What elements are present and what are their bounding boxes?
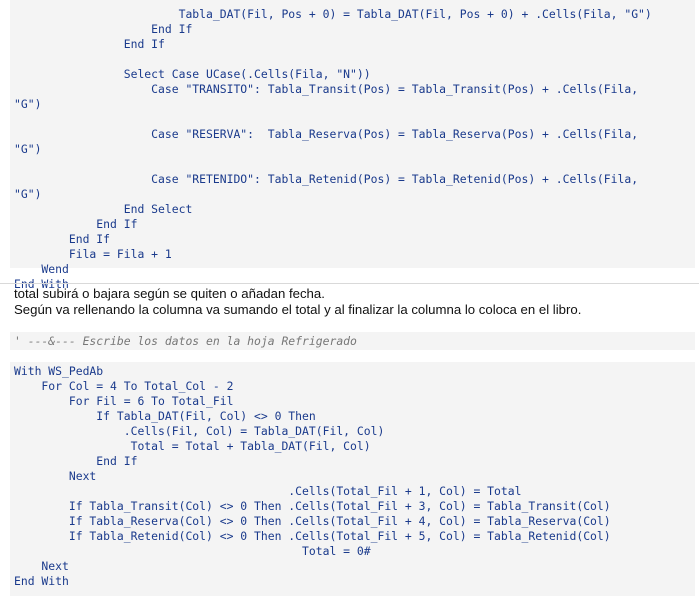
code-line: Next bbox=[14, 559, 69, 573]
explanation-text: total subirá o bajara según se quiten o … bbox=[14, 286, 694, 318]
section-divider bbox=[0, 283, 699, 284]
code-line: Fila = Fila + 1 bbox=[14, 247, 172, 261]
code-line: "G") bbox=[14, 187, 42, 201]
code-line: With WS_PedAb bbox=[14, 364, 104, 378]
explanation-line-1: total subirá o bajara según se quiten o … bbox=[14, 286, 325, 301]
code-comment: ' ---&--- Escribe los datos en la hoja R… bbox=[14, 334, 357, 348]
code-line: .Cells(Total_Fil + 1, Col) = Total bbox=[14, 484, 522, 498]
code-line: End If bbox=[14, 22, 193, 36]
code-line: End If bbox=[14, 37, 165, 51]
code-line: Total = 0# bbox=[14, 544, 371, 558]
code-line: For Fil = 6 To Total_Fil bbox=[14, 394, 234, 408]
code-line: End If bbox=[14, 454, 138, 468]
code-line: End With bbox=[14, 574, 69, 588]
code-line: Next bbox=[14, 469, 97, 483]
code-line: For Col = 4 To Total_Col - 2 bbox=[14, 379, 234, 393]
code-block-bottom: With WS_PedAb For Col = 4 To Total_Col -… bbox=[14, 364, 611, 589]
code-line: Tabla_DAT(Fil, Pos + 0) = Tabla_DAT(Fil,… bbox=[14, 7, 652, 21]
code-line: "G") bbox=[14, 97, 42, 111]
code-line: End Select bbox=[14, 202, 193, 216]
code-line: Case "RESERVA": Tabla_Reserva(Pos) = Tab… bbox=[14, 127, 639, 141]
code-line: End If bbox=[14, 232, 111, 246]
code-line: If Tabla_Retenid(Col) <> 0 Then .Cells(T… bbox=[14, 529, 611, 543]
code-line: .Cells(Fil, Col) = Tabla_DAT(Fil, Col) bbox=[14, 424, 385, 438]
code-line: Case "RETENIDO": Tabla_Retenid(Pos) = Ta… bbox=[14, 172, 639, 186]
code-line: Total = Total + Tabla_DAT(Fil, Col) bbox=[14, 439, 371, 453]
code-line: End If bbox=[14, 217, 138, 231]
code-line: Case "TRANSITO": Tabla_Transit(Pos) = Ta… bbox=[14, 82, 639, 96]
code-line: If Tabla_Transit(Col) <> 0 Then .Cells(T… bbox=[14, 499, 611, 513]
code-line: If Tabla_DAT(Fil, Col) <> 0 Then bbox=[14, 409, 316, 423]
code-block-top: Tabla_DAT(Fil, Pos + 0) = Tabla_DAT(Fil,… bbox=[14, 7, 652, 292]
code-line: "G") bbox=[14, 142, 42, 156]
code-line: Select Case UCase(.Cells(Fila, "N")) bbox=[14, 67, 371, 81]
explanation-line-2: Según va rellenando la columna va sumand… bbox=[14, 302, 582, 317]
code-line: If Tabla_Reserva(Col) <> 0 Then .Cells(T… bbox=[14, 514, 611, 528]
code-line: Wend bbox=[14, 262, 69, 276]
